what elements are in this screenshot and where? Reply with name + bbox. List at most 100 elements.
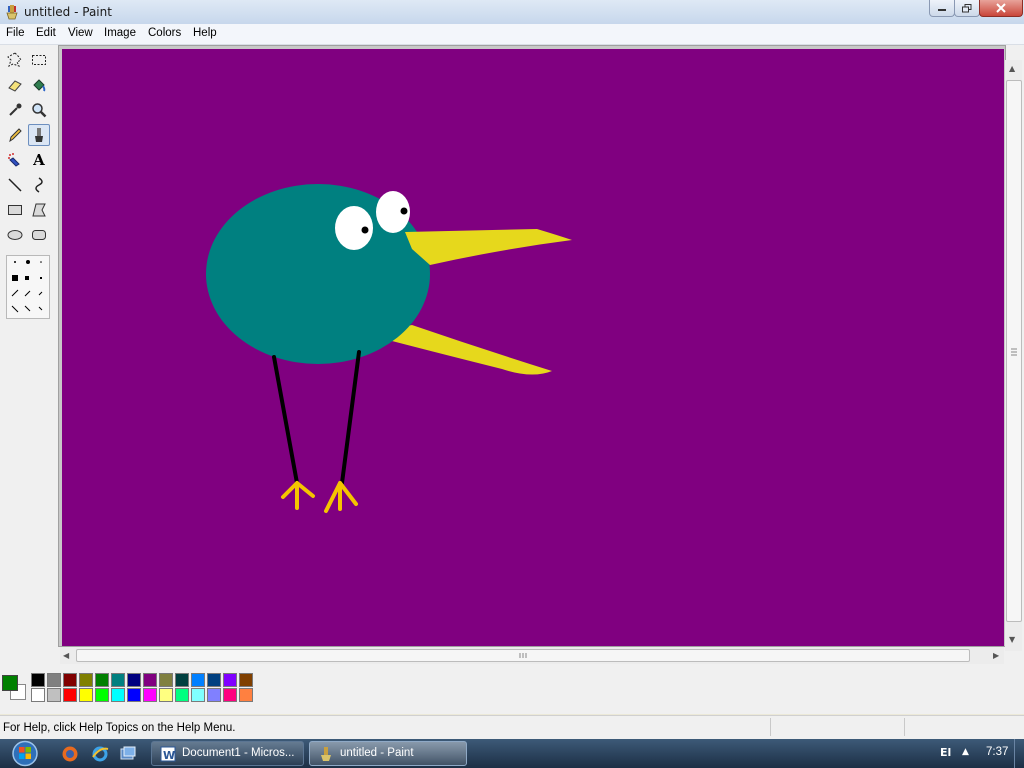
palette-swatch[interactable] bbox=[175, 673, 189, 687]
vertical-scrollbar[interactable]: ▲ ▼ bbox=[1005, 60, 1022, 651]
menu-view[interactable]: View bbox=[68, 27, 93, 39]
horizontal-scroll-thumb[interactable] bbox=[76, 649, 970, 662]
palette-swatch[interactable] bbox=[63, 673, 77, 687]
palette-swatch[interactable] bbox=[95, 688, 109, 702]
palette-swatch[interactable] bbox=[127, 688, 141, 702]
palette-swatch[interactable] bbox=[95, 673, 109, 687]
show-hidden-icons-icon[interactable]: ▲ bbox=[962, 747, 969, 757]
firefox-icon[interactable] bbox=[61, 745, 79, 763]
rounded-rectangle-tool[interactable] bbox=[28, 224, 50, 246]
palette-swatch[interactable] bbox=[207, 688, 221, 702]
rounded-rectangle-icon bbox=[32, 230, 46, 240]
palette-swatch[interactable] bbox=[223, 673, 237, 687]
palette-swatch[interactable] bbox=[159, 688, 173, 702]
curve-icon bbox=[35, 177, 43, 193]
text-icon: A bbox=[33, 151, 45, 169]
palette-swatch[interactable] bbox=[239, 688, 253, 702]
close-icon bbox=[996, 3, 1006, 13]
palette-swatch[interactable] bbox=[31, 673, 45, 687]
palette-swatch[interactable] bbox=[127, 673, 141, 687]
taskbar-item-label: Document1 - Micros... bbox=[182, 747, 295, 759]
switch-windows-icon[interactable] bbox=[119, 745, 137, 763]
menu-colors[interactable]: Colors bbox=[148, 27, 181, 39]
restore-icon bbox=[962, 3, 972, 12]
language-indicator[interactable]: El bbox=[940, 746, 951, 759]
select-tool[interactable] bbox=[28, 49, 50, 71]
line-icon bbox=[8, 178, 22, 192]
free-form-select-tool[interactable] bbox=[4, 49, 26, 71]
internet-explorer-icon[interactable] bbox=[91, 745, 109, 763]
scroll-up-icon[interactable]: ▲ bbox=[1009, 64, 1015, 73]
pick-color-icon bbox=[9, 103, 22, 116]
taskbar-item-document1[interactable]: W Document1 - Micros... bbox=[151, 741, 304, 766]
palette-swatch[interactable] bbox=[207, 673, 221, 687]
clock[interactable]: 7:37 bbox=[986, 746, 1008, 758]
palette-swatch[interactable] bbox=[47, 688, 61, 702]
palette-swatch[interactable] bbox=[143, 688, 157, 702]
palette-swatch[interactable] bbox=[191, 688, 205, 702]
magnifier-icon bbox=[32, 103, 47, 118]
palette-swatch[interactable] bbox=[31, 688, 45, 702]
brush-tool[interactable] bbox=[28, 124, 50, 146]
vertical-scroll-thumb[interactable] bbox=[1006, 80, 1022, 622]
palette-swatch[interactable] bbox=[111, 688, 125, 702]
minimize-icon bbox=[938, 9, 946, 11]
brush-shape-options[interactable] bbox=[6, 255, 50, 319]
palette-swatch[interactable] bbox=[111, 673, 125, 687]
menu-edit[interactable]: Edit bbox=[36, 27, 56, 39]
bird-right-pupil bbox=[400, 207, 408, 215]
palette-swatch[interactable] bbox=[63, 688, 77, 702]
start-button[interactable] bbox=[6, 739, 44, 768]
taskbar-item-paint[interactable]: untitled - Paint bbox=[309, 741, 467, 766]
horizontal-scrollbar[interactable]: ◀ ▶ bbox=[60, 647, 1004, 664]
text-tool[interactable]: A bbox=[28, 149, 50, 171]
status-divider bbox=[904, 718, 905, 736]
menu-help[interactable]: Help bbox=[193, 27, 217, 39]
paint-app-icon bbox=[6, 5, 18, 20]
taskbar: W Document1 - Micros... untitled - Paint… bbox=[0, 739, 1024, 768]
title-bar: untitled - Paint bbox=[0, 0, 1024, 25]
select-icon bbox=[32, 55, 46, 65]
current-colors[interactable] bbox=[2, 675, 28, 701]
magnifier-tool[interactable] bbox=[28, 99, 50, 121]
fill-tool[interactable] bbox=[28, 74, 50, 96]
menu-file[interactable]: File bbox=[6, 27, 25, 39]
main-area: A ▲ ▼ ◀ ▶ bbox=[0, 45, 1024, 670]
free-form-select-icon bbox=[7, 52, 22, 67]
minimize-button[interactable] bbox=[929, 0, 955, 17]
ellipse-tool[interactable] bbox=[4, 224, 26, 246]
paint-icon bbox=[321, 747, 331, 761]
palette-swatch[interactable] bbox=[79, 688, 93, 702]
foreground-color-swatch[interactable] bbox=[2, 675, 18, 691]
palette-swatch[interactable] bbox=[191, 673, 205, 687]
palette-swatch[interactable] bbox=[159, 673, 173, 687]
show-desktop-button[interactable] bbox=[1014, 739, 1024, 768]
pencil-icon bbox=[9, 128, 22, 143]
polygon-icon bbox=[32, 203, 46, 217]
close-button[interactable] bbox=[979, 0, 1023, 17]
airbrush-tool[interactable] bbox=[4, 149, 26, 171]
drawing-canvas[interactable] bbox=[62, 49, 1004, 646]
scroll-down-icon[interactable]: ▼ bbox=[1009, 635, 1015, 644]
rectangle-icon bbox=[8, 205, 22, 215]
palette-swatch[interactable] bbox=[175, 688, 189, 702]
palette-swatch[interactable] bbox=[239, 673, 253, 687]
palette-swatch[interactable] bbox=[143, 673, 157, 687]
pencil-tool[interactable] bbox=[4, 124, 26, 146]
brush-shapes-icon bbox=[11, 260, 43, 313]
svg-text:W: W bbox=[163, 749, 175, 762]
restore-button[interactable] bbox=[954, 0, 980, 17]
palette-swatch[interactable] bbox=[47, 673, 61, 687]
eraser-tool[interactable] bbox=[4, 74, 26, 96]
polygon-tool[interactable] bbox=[28, 199, 50, 221]
pick-color-tool[interactable] bbox=[4, 99, 26, 121]
palette-swatch[interactable] bbox=[79, 673, 93, 687]
palette-swatch[interactable] bbox=[223, 688, 237, 702]
scroll-left-icon[interactable]: ◀ bbox=[63, 651, 69, 660]
ellipse-icon bbox=[7, 230, 23, 240]
rectangle-tool[interactable] bbox=[4, 199, 26, 221]
line-tool[interactable] bbox=[4, 174, 26, 196]
scroll-right-icon[interactable]: ▶ bbox=[993, 651, 999, 660]
curve-tool[interactable] bbox=[28, 174, 50, 196]
menu-image[interactable]: Image bbox=[104, 27, 136, 39]
